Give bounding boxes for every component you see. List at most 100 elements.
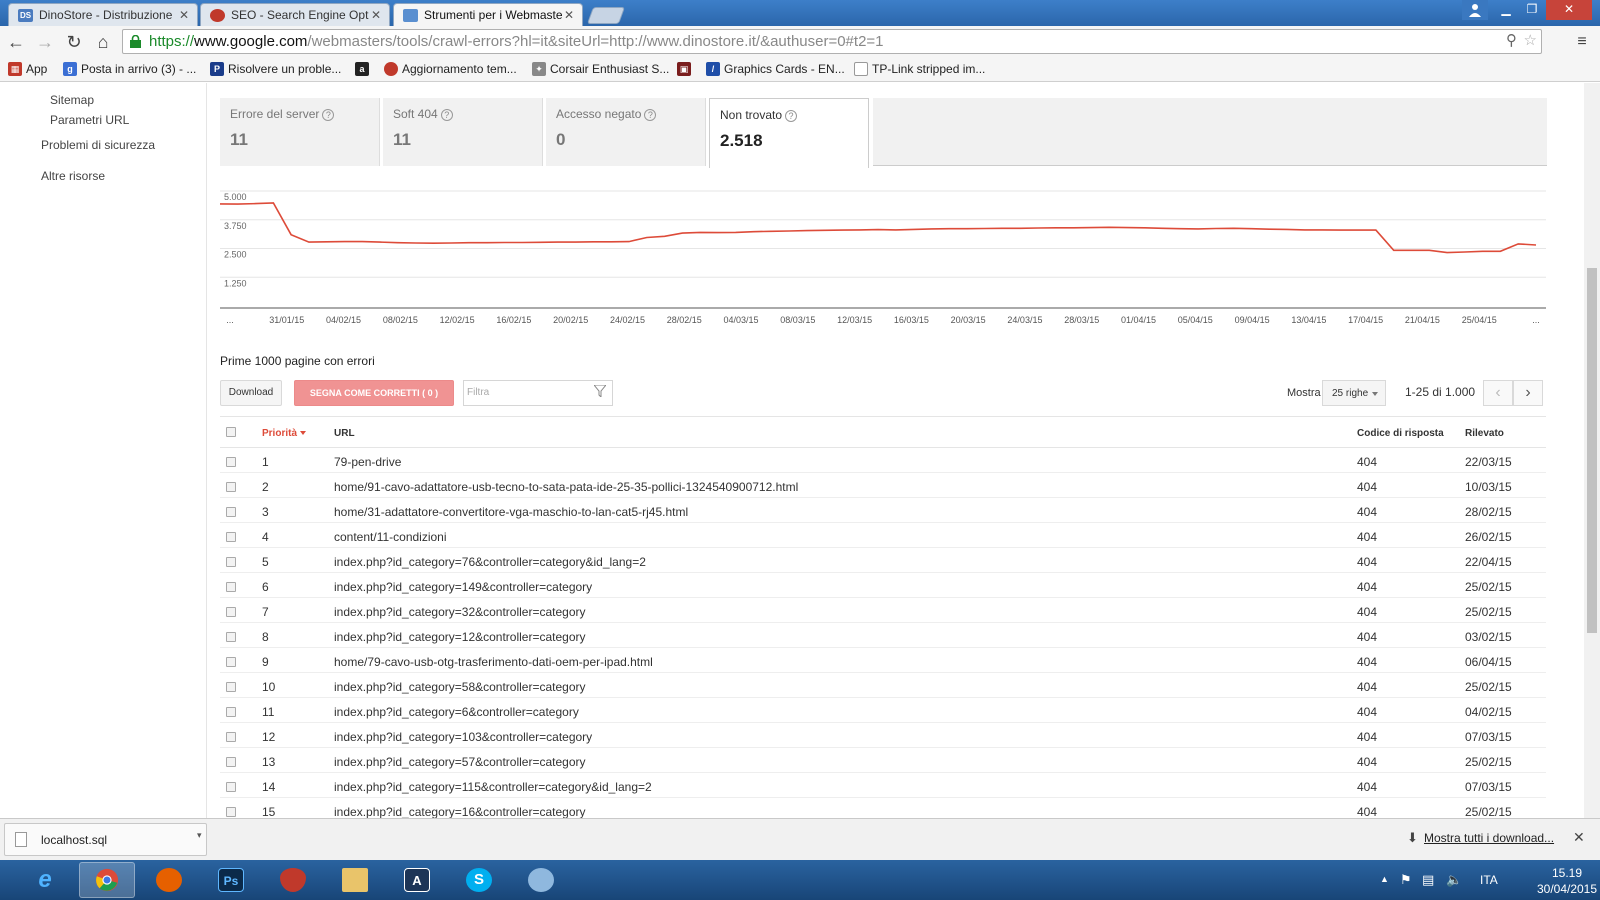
row-url[interactable]: index.php?id_category=57&controller=cate… xyxy=(334,755,586,769)
table-row[interactable]: 6 index.php?id_category=149&controller=ca… xyxy=(220,573,1546,598)
row-url[interactable]: content/11-condizioni xyxy=(334,530,447,544)
sidebar-item-problemi-sicurezza[interactable]: Problemi di sicurezza xyxy=(41,138,155,152)
rows-per-page-select[interactable]: 25 righe xyxy=(1322,380,1386,406)
stat-tab-soft-404[interactable]: Soft 404? 11 xyxy=(383,98,543,166)
minimize-icon[interactable]: ▁ xyxy=(1494,0,1518,20)
column-header-code[interactable]: Codice di risposta xyxy=(1357,428,1444,439)
row-checkbox[interactable] xyxy=(226,732,236,742)
row-checkbox[interactable] xyxy=(226,682,236,692)
mark-fixed-button[interactable]: SEGNA COME CORRETTI ( 0 ) xyxy=(294,380,454,406)
volume-icon[interactable]: 🔈 xyxy=(1446,872,1462,888)
language-indicator[interactable]: ITA xyxy=(1480,873,1498,887)
row-url[interactable]: index.php?id_category=16&controller=cate… xyxy=(334,805,586,818)
table-row[interactable]: 4 content/11-condizioni 404 26/02/15 xyxy=(220,523,1546,548)
row-url[interactable]: index.php?id_category=103&controller=cat… xyxy=(334,730,592,744)
show-all-downloads-link[interactable]: Mostra tutti i download... xyxy=(1424,831,1554,845)
close-tab-icon[interactable]: ✕ xyxy=(564,8,574,22)
table-row[interactable]: 3 home/31-adattatore-convertitore-vga-mas… xyxy=(220,498,1546,523)
table-row[interactable]: 11 index.php?id_category=6&controller=cat… xyxy=(220,698,1546,723)
browser-tab-3[interactable]: Strumenti per i Webmaste ✕ xyxy=(393,3,583,26)
table-row[interactable]: 9 home/79-cavo-usb-otg-trasferimento-dati… xyxy=(220,648,1546,673)
chevron-down-icon[interactable]: ▾ xyxy=(197,830,202,841)
address-bar[interactable]: https://www.google.com/webmasters/tools/… xyxy=(122,29,1542,54)
bookmark-corsair[interactable]: ✦ Corsair Enthusiast S... xyxy=(532,62,669,76)
row-url[interactable]: index.php?id_category=32&controller=cate… xyxy=(334,605,586,619)
bookmark-paypal[interactable]: P Risolvere un proble... xyxy=(210,62,341,76)
column-header-priority[interactable]: Priorità xyxy=(262,428,307,439)
new-tab-button[interactable] xyxy=(586,7,626,24)
filter-icon[interactable] xyxy=(594,385,606,397)
row-checkbox[interactable] xyxy=(226,532,236,542)
download-button[interactable]: Download xyxy=(220,380,282,406)
table-row[interactable]: 7 index.php?id_category=32&controller=cat… xyxy=(220,598,1546,623)
close-tab-icon[interactable]: ✕ xyxy=(179,8,189,22)
scrollbar-thumb[interactable] xyxy=(1587,268,1597,633)
table-row[interactable]: 1 79-pen-drive 404 22/03/15 xyxy=(220,448,1546,473)
taskbar-strawberry[interactable] xyxy=(265,862,321,898)
row-url[interactable]: index.php?id_category=12&controller=cate… xyxy=(334,630,586,644)
download-item[interactable]: localhost.sql ▾ xyxy=(4,823,207,856)
row-url[interactable]: home/91-cavo-adattatore-usb-tecno-to-sat… xyxy=(334,480,798,494)
help-icon[interactable]: ? xyxy=(440,109,453,121)
bookmark-app[interactable]: ▦ App xyxy=(8,62,47,76)
home-icon[interactable]: ⌂ xyxy=(91,30,115,54)
filter-input[interactable]: Filtra xyxy=(463,380,613,406)
table-row[interactable]: 10 index.php?id_category=58&controller=ca… xyxy=(220,673,1546,698)
row-checkbox[interactable] xyxy=(226,782,236,792)
menu-icon[interactable]: ≡ xyxy=(1570,30,1594,54)
row-url[interactable]: index.php?id_category=149&controller=cat… xyxy=(334,580,592,594)
sidebar-item-parametri-url[interactable]: Parametri URL xyxy=(50,113,129,127)
row-checkbox[interactable] xyxy=(226,807,236,817)
help-icon[interactable]: ? xyxy=(322,109,335,121)
row-checkbox[interactable] xyxy=(226,657,236,667)
previous-page-button[interactable]: ‹ xyxy=(1483,380,1513,406)
restore-icon[interactable]: ❐ xyxy=(1520,0,1544,20)
taskbar-ie[interactable]: e xyxy=(17,862,73,898)
row-url[interactable]: index.php?id_category=6&controller=categ… xyxy=(334,705,579,719)
browser-tab-1[interactable]: DS DinoStore - Distribuzione ✕ xyxy=(8,3,198,26)
reload-icon[interactable]: ↻ xyxy=(62,30,86,54)
taskbar-firefox[interactable] xyxy=(141,862,197,898)
row-checkbox[interactable] xyxy=(226,757,236,767)
table-row[interactable]: 2 home/91-cavo-adattatore-usb-tecno-to-sa… xyxy=(220,473,1546,498)
network-icon[interactable]: ▤ xyxy=(1422,872,1434,888)
sidebar-item-sitemap[interactable]: Sitemap xyxy=(50,93,94,107)
forward-icon[interactable]: → xyxy=(33,30,57,54)
row-checkbox[interactable] xyxy=(226,457,236,467)
stat-tab-access-denied[interactable]: Accesso negato? 0 xyxy=(546,98,706,166)
table-row[interactable]: 12 index.php?id_category=103&controller=c… xyxy=(220,723,1546,748)
row-checkbox[interactable] xyxy=(226,582,236,592)
user-profile-icon[interactable] xyxy=(1462,0,1488,20)
taskbar-skype[interactable]: S xyxy=(451,862,507,898)
bookmark-star-icon[interactable]: ☆ xyxy=(1524,30,1537,52)
sidebar-item-altre-risorse[interactable]: Altre risorse xyxy=(41,169,105,183)
row-checkbox[interactable] xyxy=(226,632,236,642)
table-row[interactable]: 14 index.php?id_category=115&controller=c… xyxy=(220,773,1546,798)
row-checkbox[interactable] xyxy=(226,482,236,492)
select-all-checkbox[interactable] xyxy=(226,427,236,437)
row-url[interactable]: index.php?id_category=58&controller=cate… xyxy=(334,680,586,694)
bookmark-tplink[interactable]: TP-Link stripped im... xyxy=(854,62,985,76)
row-checkbox[interactable] xyxy=(226,707,236,717)
clock[interactable]: 15.19 30/04/2015 xyxy=(1532,865,1600,897)
column-header-date[interactable]: Rilevato xyxy=(1465,428,1504,439)
close-window-icon[interactable]: ✕ xyxy=(1546,0,1592,20)
table-row[interactable]: 13 index.php?id_category=57&controller=ca… xyxy=(220,748,1546,773)
taskbar-paint[interactable] xyxy=(513,862,569,898)
taskbar-photoshop[interactable]: Ps xyxy=(203,862,259,898)
stat-tab-server-error[interactable]: Errore del server? 11 xyxy=(220,98,380,166)
bookmark-graphics-cards[interactable]: / Graphics Cards - EN... xyxy=(706,62,845,76)
flag-icon[interactable]: ⚑ xyxy=(1400,872,1412,888)
taskbar-editor[interactable]: A xyxy=(389,862,445,898)
close-icon[interactable]: ✕ xyxy=(1573,829,1585,846)
column-header-url[interactable]: URL xyxy=(334,428,355,439)
page-scrollbar[interactable] xyxy=(1584,83,1600,818)
stat-tab-not-found[interactable]: Non trovato? 2.518 xyxy=(709,98,869,168)
table-row[interactable]: 5 index.php?id_category=76&controller=cat… xyxy=(220,548,1546,573)
row-url[interactable]: index.php?id_category=76&controller=cate… xyxy=(334,555,646,569)
row-url[interactable]: 79-pen-drive xyxy=(334,455,401,469)
row-url[interactable]: index.php?id_category=115&controller=cat… xyxy=(334,780,652,794)
help-icon[interactable]: ? xyxy=(785,110,798,122)
row-checkbox[interactable] xyxy=(226,557,236,567)
row-url[interactable]: home/31-adattatore-convertitore-vga-masc… xyxy=(334,505,688,519)
